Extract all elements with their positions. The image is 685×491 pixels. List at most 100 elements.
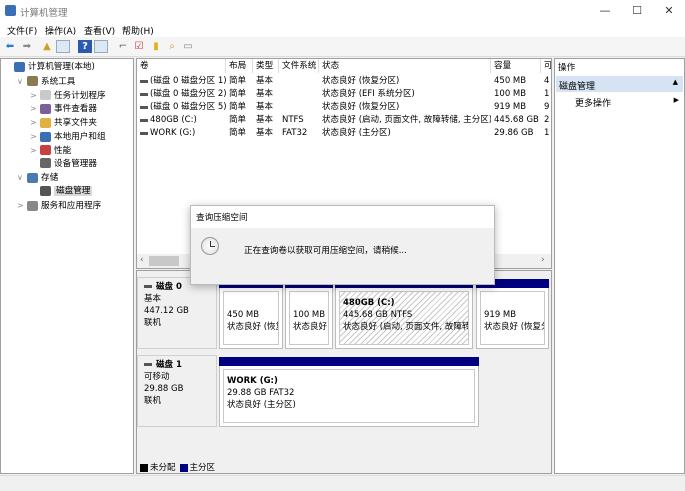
table-row[interactable]: 480GB (C:) 简单 基本 NTFS 状态良好 (启动, 页面文件, 故障转储, … — [137, 114, 551, 127]
scroll-left-icon[interactable]: ‹ — [140, 255, 144, 265]
column-header[interactable]: 可 — [541, 59, 551, 73]
tree-item[interactable]: > 本地用户和组 — [30, 130, 106, 143]
partition-block[interactable]: 100 MB 状态良好 ( — [285, 279, 333, 349]
disk-label[interactable]: 磁盘 1 可移动 29.88 GB 联机 — [137, 355, 217, 427]
partition-block[interactable]: 450 MB 状态良好 (恢复 — [219, 279, 283, 349]
back-icon[interactable]: ⬅ — [3, 40, 17, 53]
column-header[interactable]: 布局 — [226, 59, 253, 73]
tree-item[interactable]: > 任务计划程序 — [30, 89, 106, 102]
table-cell: 450 MB — [494, 76, 527, 86]
table-cell: 基本 — [256, 89, 274, 99]
tree-item-label: 服务和应用程序 — [41, 201, 102, 211]
partition-status: 状态良好 ( — [293, 322, 328, 332]
table-header: 卷布局 类型 文件系统 状态 容量可 — [137, 59, 551, 73]
table-cell: WORK (G:) — [150, 128, 196, 138]
tree-item[interactable]: ∨ 存储 — [17, 171, 58, 184]
menu-help[interactable]: 帮助(H) — [122, 24, 154, 37]
partition-size: 445.68 GB NTFS — [343, 310, 413, 320]
action-pane-icon[interactable] — [94, 40, 108, 53]
search-folder-icon[interactable]: ⌕ — [165, 40, 179, 53]
scrollbar-thumb[interactable] — [149, 256, 179, 266]
expand-arrow-icon[interactable]: ∨ — [17, 75, 27, 88]
connect-icon[interactable]: ⌐ — [116, 40, 130, 53]
collapse-icon[interactable]: ▲ — [673, 78, 678, 86]
legend-label: 未分配 — [150, 463, 176, 473]
help-icon[interactable]: ? — [78, 40, 92, 53]
scroll-right-icon[interactable]: › — [541, 255, 545, 265]
menu-view[interactable]: 查看(V) — [84, 24, 115, 37]
table-cell: (磁盘 0 磁盘分区 1) — [150, 76, 226, 86]
expand-arrow-icon[interactable]: > — [30, 89, 40, 102]
tree-item-label: 磁盘管理 — [54, 186, 93, 197]
partition-title: WORK (G:) — [227, 376, 278, 386]
table-cell: 简单 — [229, 89, 247, 99]
partition-title: 480GB (C:) — [343, 298, 395, 308]
partition-size: 100 MB — [293, 310, 326, 320]
window-title: 计算机管理 — [20, 8, 68, 19]
tree-item[interactable]: ∨ 系统工具 — [17, 75, 75, 88]
table-cell: 状态良好 (主分区) — [322, 128, 391, 138]
properties-icon[interactable]: ▭ — [181, 40, 195, 53]
partition-size: 919 MB — [484, 310, 517, 320]
table-row[interactable]: WORK (G:) 简单 基本 FAT32 状态良好 (主分区) 29.86 GB 1 — [137, 127, 551, 140]
forward-icon[interactable]: ➡ — [20, 40, 34, 53]
partition-block[interactable]: 919 MB 状态良好 (恢复分 — [476, 279, 549, 349]
tree-item[interactable]: > 共享文件夹 — [30, 116, 97, 129]
legend-swatch — [140, 463, 148, 472]
expand-arrow-icon[interactable]: > — [30, 116, 40, 129]
volume-icon — [140, 80, 148, 83]
disk-name: 磁盘 0 — [156, 282, 182, 292]
expand-arrow-icon[interactable]: > — [30, 102, 40, 115]
expand-arrow-icon[interactable]: > — [30, 144, 40, 157]
disk-status: 联机 — [144, 318, 162, 328]
expand-arrow-icon[interactable]: ∨ — [17, 171, 27, 184]
actions-section-disk-management[interactable]: 磁盘管理 ▲ — [556, 76, 683, 92]
column-header[interactable]: 文件系统 — [279, 59, 319, 73]
app-icon — [5, 5, 16, 16]
maximize-button[interactable]: ☐ — [622, 2, 652, 20]
menu-file[interactable]: 文件(F) — [7, 24, 37, 37]
tree-item[interactable]: 设备管理器 — [30, 158, 97, 171]
tree-node-icon — [40, 117, 51, 128]
more-actions-item[interactable]: 更多操作 ▶ — [575, 96, 683, 109]
tree-item[interactable]: > 性能 — [30, 144, 71, 157]
table-cell: 445.68 GB — [494, 115, 539, 125]
menu-action[interactable]: 操作(A) — [45, 24, 76, 37]
column-header[interactable]: 类型 — [253, 59, 279, 73]
show-tree-icon[interactable] — [56, 40, 70, 53]
close-button[interactable]: ✕ — [654, 2, 684, 20]
partition-info: 100 MB 状态良好 ( — [289, 291, 329, 345]
column-header[interactable]: 状态 — [319, 59, 491, 73]
table-row[interactable]: (磁盘 0 磁盘分区 1) 简单 基本 状态良好 (恢复分区) 450 MB 4 — [137, 75, 551, 88]
menu-bar: 文件(F) 操作(A) 查看(V) 帮助(H) — [0, 22, 685, 37]
tree-item-label: 设备管理器 — [54, 158, 97, 169]
tree-item-label: 性能 — [54, 145, 72, 156]
partition-block[interactable]: 480GB (C:) 445.68 GB NTFS 状态良好 (启动, 页面文件, … — [335, 279, 473, 349]
partition-block[interactable]: WORK (G:) 29.88 GB FAT32 状态良好 (主分区) — [219, 357, 479, 427]
tree-item[interactable]: 磁盘管理 — [30, 185, 93, 198]
column-header[interactable]: 卷 — [137, 59, 226, 73]
table-row[interactable]: (磁盘 0 磁盘分区 2) 简单 基本 状态良好 (EFI 系统分区) 100 MB 1 — [137, 88, 551, 101]
table-cell: (磁盘 0 磁盘分区 2) — [150, 89, 226, 99]
expand-arrow-icon[interactable]: > — [30, 130, 40, 143]
table-cell: 919 MB — [494, 102, 527, 112]
minimize-button[interactable]: — — [590, 2, 620, 20]
table-cell: 简单 — [229, 102, 247, 112]
disk-label[interactable]: 磁盘 0 基本 447.12 GB 联机 — [137, 277, 217, 349]
table-row[interactable]: (磁盘 0 磁盘分区 5) 简单 基本 状态良好 (恢复分区) 919 MB 9 — [137, 101, 551, 114]
tree-item-label: 任务计划程序 — [54, 90, 106, 101]
tree-node-icon — [14, 61, 25, 72]
dialog-message: 正在查询卷以获取可用压缩空间，请稍候... — [244, 246, 407, 256]
legend-label: 主分区 — [189, 463, 216, 473]
tree-item[interactable]: 计算机管理(本地) — [4, 61, 95, 74]
up-folder-icon[interactable]: ▲ — [40, 40, 54, 53]
query-shrink-dialog: 查询压缩空间 正在查询卷以获取可用压缩空间，请稍候... — [190, 205, 495, 285]
tree-item[interactable]: > 服务和应用程序 — [17, 199, 101, 212]
tree-item[interactable]: > 事件查看器 — [30, 102, 97, 115]
column-header[interactable]: 容量 — [491, 59, 541, 73]
folder-icon[interactable]: ▮ — [149, 40, 163, 53]
expand-arrow-icon[interactable]: > — [17, 199, 27, 212]
table-cell: 1 — [544, 89, 550, 99]
table-cell: 基本 — [256, 76, 274, 86]
check-icon[interactable]: ☑ — [132, 40, 146, 53]
